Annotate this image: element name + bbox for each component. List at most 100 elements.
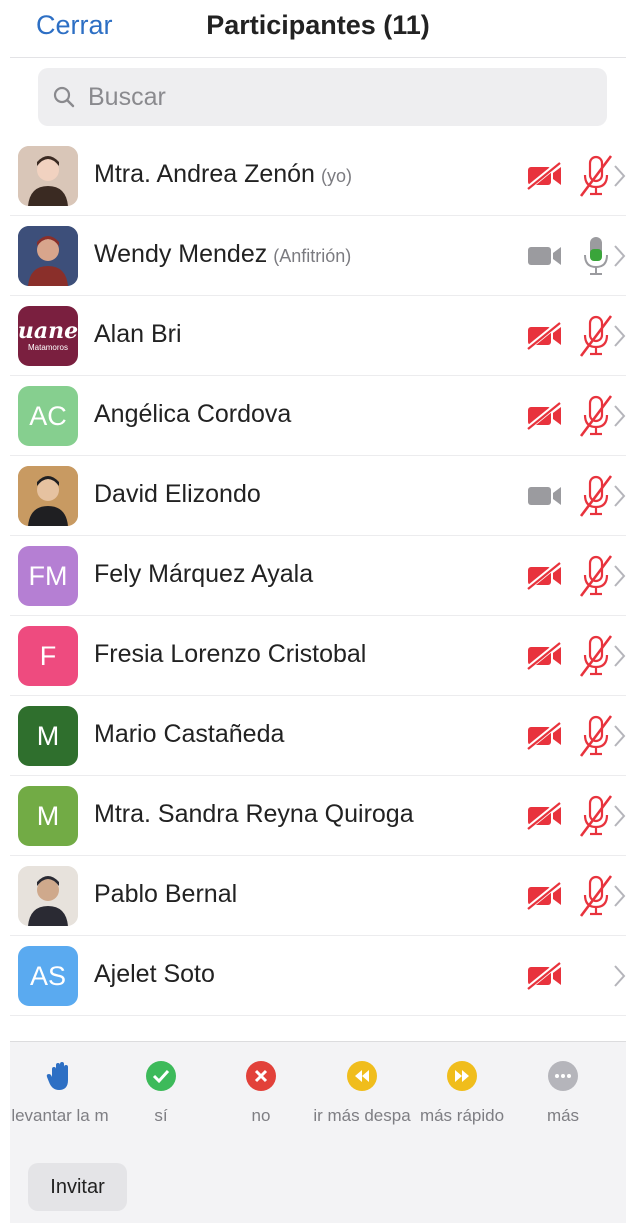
person-photo-icon bbox=[18, 866, 78, 926]
chevron-right-icon[interactable] bbox=[613, 164, 626, 188]
mic-muted-icon[interactable] bbox=[576, 395, 616, 437]
search-icon bbox=[53, 86, 75, 108]
video-off-icon[interactable] bbox=[526, 642, 564, 670]
participant-name-group: Pablo Bernal bbox=[94, 880, 237, 909]
participant-name-group: Mario Castañeda bbox=[94, 720, 284, 749]
reaction-button[interactable]: no bbox=[206, 1060, 316, 1126]
participant-row[interactable]: Pablo Bernal bbox=[10, 856, 626, 936]
reaction-button[interactable]: levantar la m bbox=[5, 1060, 115, 1126]
avatar: FM bbox=[18, 546, 78, 606]
chevron-right-icon[interactable] bbox=[613, 804, 626, 828]
participant-name: Mtra. Sandra Reyna Quiroga bbox=[94, 800, 414, 828]
participant-name-group: Alan Bri bbox=[94, 320, 182, 349]
participant-row[interactable]: David Elizondo bbox=[10, 456, 626, 536]
search-box[interactable] bbox=[38, 68, 607, 126]
video-on-icon[interactable] bbox=[526, 242, 564, 270]
mic-muted-icon[interactable] bbox=[576, 315, 616, 357]
bottom-toolbar: levantar la m sí no ir más despa más rápido m… bbox=[10, 1041, 626, 1223]
participant-name: Ajelet Soto bbox=[94, 960, 215, 988]
chevron-right-icon[interactable] bbox=[613, 644, 626, 668]
participant-row[interactable]: Wendy Mendez (Anfitrión) bbox=[10, 216, 626, 296]
reaction-button[interactable]: sí bbox=[106, 1060, 216, 1126]
video-off-icon[interactable] bbox=[526, 322, 564, 350]
avatar-photo bbox=[18, 466, 78, 526]
video-off-icon[interactable] bbox=[526, 962, 564, 990]
participant-list: Mtra. Andrea Zenón (yo) Wendy Mendez (Anfit… bbox=[10, 136, 626, 1016]
participant-row[interactable]: AS Ajelet Soto bbox=[10, 936, 626, 1016]
mic-muted-icon[interactable] bbox=[576, 875, 616, 917]
participant-name-group: Angélica Cordova bbox=[94, 400, 291, 429]
avatar-initials: F bbox=[39, 640, 57, 671]
x-icon bbox=[246, 1061, 276, 1091]
participant-row[interactable]: M Mtra. Sandra Reyna Quiroga bbox=[10, 776, 626, 856]
video-on-icon[interactable] bbox=[526, 482, 564, 510]
reaction-button[interactable]: más rápido bbox=[407, 1060, 517, 1126]
reaction-button[interactable]: más bbox=[508, 1060, 618, 1126]
participant-name: Fresia Lorenzo Cristobal bbox=[94, 640, 367, 668]
avatar-photo bbox=[18, 866, 78, 926]
avatar: AC bbox=[18, 386, 78, 446]
reaction-label: levantar la m bbox=[11, 1106, 109, 1125]
video-off-icon[interactable] bbox=[526, 802, 564, 830]
avatar-initials: M bbox=[36, 720, 60, 751]
mic-muted-icon[interactable] bbox=[576, 715, 616, 757]
participant-name: Fely Márquez Ayala bbox=[94, 560, 314, 588]
participant-name: Pablo Bernal bbox=[94, 880, 238, 908]
person-photo-icon bbox=[18, 226, 78, 286]
reaction-button[interactable]: ir más despa bbox=[307, 1060, 417, 1126]
video-off-icon[interactable] bbox=[526, 722, 564, 750]
chevron-right-icon[interactable] bbox=[613, 724, 626, 748]
avatar-logo-sub: Matamoros bbox=[27, 342, 68, 352]
chevron-right-icon[interactable] bbox=[613, 564, 626, 588]
avatar: F bbox=[18, 626, 78, 686]
avatar-initials: M bbox=[36, 800, 60, 831]
chevron-right-icon[interactable] bbox=[613, 484, 626, 508]
video-off-icon[interactable] bbox=[526, 162, 564, 190]
chevron-right-icon[interactable] bbox=[613, 884, 626, 908]
search-input[interactable] bbox=[88, 68, 588, 126]
chevron-right-icon[interactable] bbox=[613, 324, 626, 348]
participant-name-group: Ajelet Soto bbox=[94, 960, 215, 989]
chevron-right-icon[interactable] bbox=[613, 244, 626, 268]
participant-row[interactable]: M Mario Castañeda bbox=[10, 696, 626, 776]
avatar-logo: uane Matamoros bbox=[18, 306, 78, 366]
faster-icon bbox=[447, 1061, 477, 1091]
mic-muted-icon[interactable] bbox=[576, 475, 616, 517]
participant-row[interactable]: Mtra. Andrea Zenón (yo) bbox=[10, 136, 626, 216]
mic-on-icon[interactable] bbox=[576, 235, 616, 277]
avatar: M bbox=[18, 786, 78, 846]
participant-name-group: Mtra. Andrea Zenón (yo) bbox=[94, 160, 352, 189]
mic-muted-icon[interactable] bbox=[576, 795, 616, 837]
person-photo-icon bbox=[18, 466, 78, 526]
reaction-label: no bbox=[251, 1106, 271, 1125]
participant-row[interactable]: F Fresia Lorenzo Cristobal bbox=[10, 616, 626, 696]
participant-name-group: Fresia Lorenzo Cristobal bbox=[94, 640, 366, 669]
reaction-label: sí bbox=[154, 1106, 168, 1125]
participant-name: Angélica Cordova bbox=[94, 400, 292, 428]
avatar-initials: AS bbox=[29, 960, 67, 991]
video-off-icon[interactable] bbox=[526, 402, 564, 430]
participant-name: Wendy Mendez bbox=[94, 240, 268, 268]
participant-role: (yo) bbox=[320, 166, 352, 186]
page-title: Participantes (11) bbox=[206, 10, 430, 40]
participant-row[interactable]: AC Angélica Cordova bbox=[10, 376, 626, 456]
person-photo-icon bbox=[18, 146, 78, 206]
more-icon bbox=[548, 1061, 578, 1091]
mic-muted-icon[interactable] bbox=[576, 555, 616, 597]
participant-row[interactable]: uane Matamoros Alan Bri bbox=[10, 296, 626, 376]
video-off-icon[interactable] bbox=[526, 562, 564, 590]
participant-name: Mtra. Andrea Zenón bbox=[94, 160, 315, 188]
participant-name-group: Fely Márquez Ayala bbox=[94, 560, 313, 589]
chevron-right-icon[interactable] bbox=[613, 404, 626, 428]
raise-hand-icon bbox=[46, 1062, 68, 1090]
video-off-icon[interactable] bbox=[526, 882, 564, 910]
chevron-right-icon[interactable] bbox=[613, 964, 626, 988]
participant-name: David Elizondo bbox=[94, 480, 261, 508]
mic-muted-icon[interactable] bbox=[576, 155, 616, 197]
participant-role: (Anfitrión) bbox=[273, 246, 352, 266]
avatar-initials: FM bbox=[28, 560, 68, 591]
participant-row[interactable]: FM Fely Márquez Ayala bbox=[10, 536, 626, 616]
mic-muted-icon[interactable] bbox=[576, 635, 616, 677]
invite-button[interactable]: Invitar bbox=[28, 1163, 127, 1211]
participant-name: Mario Castañeda bbox=[94, 720, 285, 748]
